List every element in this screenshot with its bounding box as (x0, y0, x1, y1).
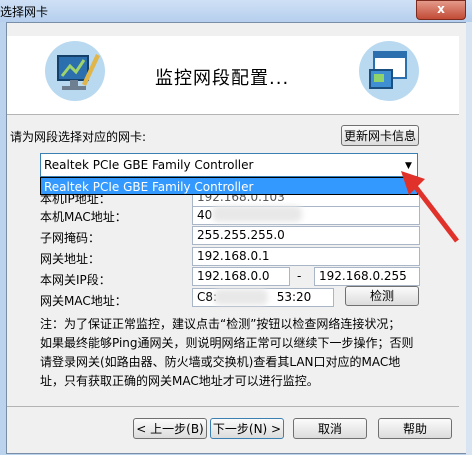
window-title: 选择网卡 (0, 5, 49, 19)
gateway-label: 网关地址： (40, 252, 101, 266)
redaction-blur-2 (214, 289, 268, 305)
next-button[interactable]: 下一步(N) > (210, 418, 284, 439)
note-line: 注：为了保证正常监控，建议点击“检测”按钮以检查网络连接状况； (40, 317, 401, 331)
mac-label: 本机MAC地址： (40, 210, 127, 224)
adapter-select-value: Realtek PCIe GBE Family Controller (44, 158, 254, 172)
mac-value: 40 (197, 208, 213, 222)
adapter-select[interactable]: Realtek PCIe GBE Family Controller (40, 153, 418, 177)
footer-divider (7, 406, 459, 407)
mask-label: 子网掩码： (40, 231, 101, 245)
range-end-field[interactable]: 192.168.0.255 (314, 267, 420, 286)
adapter-prompt: 请为网段选择对应的网卡: (10, 130, 147, 144)
note-line: 址，只有获取正确的网关MAC地址才可以进行监控。 (40, 374, 319, 388)
range-label: 本网关IP段： (40, 273, 111, 287)
range-separator: - (297, 269, 302, 283)
header-title: 监控网段配置... (155, 68, 290, 89)
note-text: 注：为了保证正常监控，建议点击“检测”按钮以检查网络连接状况； 如果最终能够Pi… (40, 315, 420, 391)
detect-button[interactable]: 检测 (345, 286, 419, 306)
range-start-field[interactable]: 192.168.0.0 (192, 267, 290, 286)
gateway-mac-suffix: 53:20 (276, 290, 312, 304)
note-line: 请登录网关(如路由器、防火墙或交换机)查看其LAN口对应的MAC地 (40, 355, 401, 369)
note-line: 如果最终能够Ping通网关，则说明网络正常可以继续下一步操作；否则 (40, 336, 414, 350)
help-button[interactable]: 帮助 (378, 418, 452, 439)
network-monitor-icon (45, 41, 105, 101)
mask-field[interactable]: 255.255.255.0 (192, 226, 420, 245)
gateway-field[interactable]: 192.168.0.1 (192, 247, 420, 266)
window-edge (466, 22, 472, 455)
back-button[interactable]: < 上一步(B) (133, 418, 207, 439)
refresh-adapter-button[interactable]: 更新网卡信息 (341, 125, 419, 146)
close-button[interactable]: x (416, 0, 466, 20)
red-arrow-icon (401, 171, 459, 243)
redaction-blur (212, 206, 302, 222)
adapter-dropdown-option[interactable]: Realtek PCIe GBE Family Controller (40, 177, 418, 195)
cancel-button[interactable]: 取消 (293, 418, 367, 439)
adapter-window-icon (359, 41, 419, 101)
gateway-mac-label: 网关MAC地址： (40, 294, 127, 308)
title-bar (0, 0, 472, 22)
